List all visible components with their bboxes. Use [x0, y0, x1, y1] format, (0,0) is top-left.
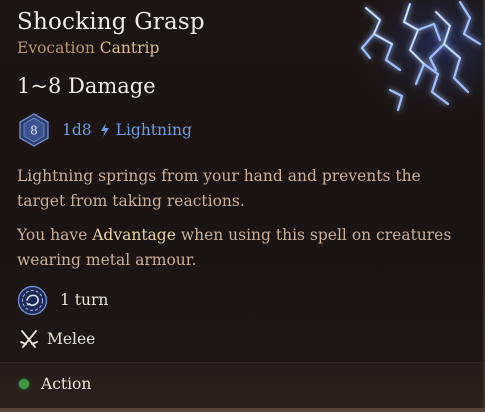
advantage-text-before: You have	[17, 226, 93, 244]
spell-title: Shocking Grasp	[17, 9, 205, 35]
action-dot-icon	[19, 379, 29, 389]
crossed-swords-icon	[20, 330, 38, 348]
spell-subtitle: Evocation Cantrip	[17, 39, 159, 57]
damage-range: 1~8 Damage	[17, 74, 156, 98]
background-strip	[0, 408, 485, 412]
action-cost: Action	[19, 375, 91, 393]
dice-formula: 1d8	[62, 121, 92, 139]
spell-level: Cantrip	[99, 39, 160, 57]
spell-school: Evocation	[17, 39, 95, 57]
damage-type: Lightning	[115, 121, 192, 139]
lightning-art	[340, 0, 483, 125]
duration-value: 1 turn	[60, 291, 109, 309]
lightning-bolt-icon	[100, 123, 109, 137]
description-line-1: Lightning springs from your hand and pre…	[17, 167, 421, 210]
spell-tooltip: Shocking Grasp Evocation Cantrip 1~8 Dam…	[0, 0, 485, 410]
action-cost-label: Action	[41, 375, 92, 393]
die-face-number: 8	[30, 124, 38, 138]
range-row: Melee	[17, 324, 95, 354]
range-value: Melee	[47, 330, 96, 348]
damage-dice-row: 8 1d8 Lightning	[17, 113, 192, 147]
cost-footer: Action	[0, 362, 483, 408]
description-line-2: You have Advantage when using this spell…	[17, 223, 467, 273]
duration-row: 1 turn	[17, 285, 108, 315]
dice-info: 1d8 Lightning	[62, 121, 192, 139]
turn-duration-icon	[17, 285, 48, 315]
advantage-keyword[interactable]: Advantage	[92, 226, 176, 244]
d8-die-icon: 8	[19, 113, 49, 147]
